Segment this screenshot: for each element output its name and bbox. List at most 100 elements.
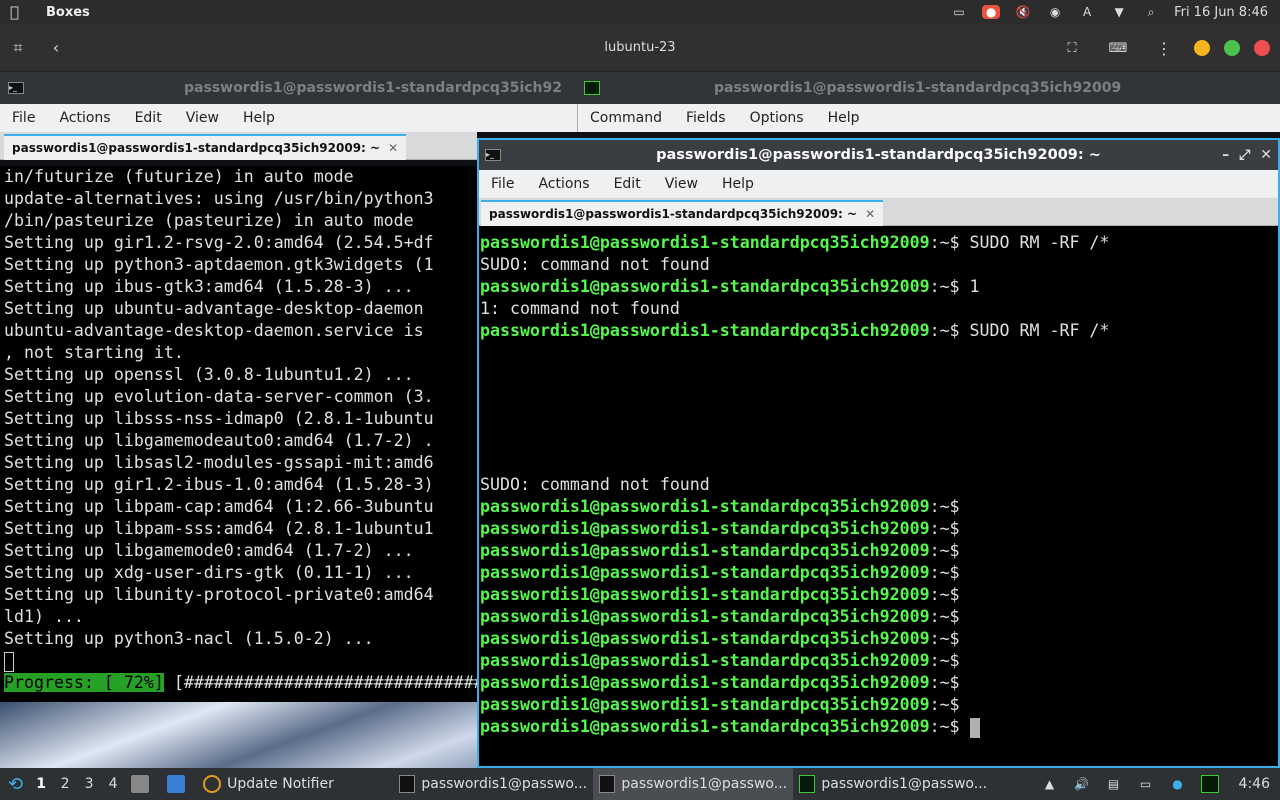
taskbar-button[interactable]: Update Notifier bbox=[197, 768, 393, 800]
prompt-suffix: :~$ bbox=[929, 277, 960, 296]
menu-item-edit[interactable]: Edit bbox=[123, 110, 174, 126]
workspace-2[interactable]: 2 bbox=[53, 776, 77, 792]
left-terminal-output[interactable]: in/futurize (futurize) in auto mode updat… bbox=[0, 166, 477, 702]
terminal-line: ld1) ... bbox=[4, 607, 84, 626]
prompt-suffix: :~$ bbox=[929, 607, 960, 626]
terminal-line: SUDO: command not found bbox=[480, 474, 1278, 496]
close-button[interactable] bbox=[1254, 40, 1270, 56]
update-tray-icon[interactable]: ● bbox=[1169, 775, 1187, 793]
back-window-titlebar[interactable]: passwordis1@passwordis1-standardpcq35ich… bbox=[580, 72, 1280, 104]
command-text bbox=[960, 717, 970, 736]
workspace-3[interactable]: 3 bbox=[77, 776, 101, 792]
network-icon[interactable]: ▭ bbox=[1137, 775, 1155, 793]
start-menu-icon[interactable]: ⟲ bbox=[0, 768, 29, 800]
terminal-line: ubuntu-advantage-desktop-daemon.service … bbox=[4, 321, 424, 340]
back-menubar: Command Fields Options Help bbox=[577, 104, 1280, 132]
workspace-switcher: 1234 bbox=[29, 776, 125, 792]
terminal-line: Setting up evolution-data-server-common … bbox=[4, 387, 434, 406]
menu-item-view[interactable]: View bbox=[174, 110, 231, 126]
close-tab-icon[interactable]: ✕ bbox=[865, 207, 875, 221]
command-text: 1 bbox=[959, 277, 980, 296]
search-icon[interactable]: ⌕ bbox=[1142, 5, 1160, 19]
fullscreen-icon[interactable]: ⛶ bbox=[1056, 32, 1088, 64]
keyboard-icon[interactable]: ⌨ bbox=[1102, 32, 1134, 64]
menu-icon[interactable]: ⋮ bbox=[1148, 32, 1180, 64]
prompt-user: passwordis1@passwordis1-standardpcq35ich… bbox=[480, 277, 930, 296]
right-window-titlebar[interactable]: ▸_ passwordis1@passwordis1-standardpcq35… bbox=[479, 140, 1278, 170]
terminal-app-icon: ▸_ bbox=[485, 149, 501, 161]
mute-icon[interactable]: 🔇 bbox=[1014, 5, 1032, 19]
active-app-name[interactable]: Boxes bbox=[46, 5, 90, 20]
left-window-titlebar[interactable]: ▸_ passwordis1@passwordis1-standardpcq35… bbox=[0, 72, 580, 104]
clipboard-icon[interactable]: ▤ bbox=[1105, 775, 1123, 793]
control-icon[interactable]: ◉ bbox=[1046, 5, 1064, 19]
terminal-icon bbox=[399, 775, 416, 793]
battery-icon[interactable]: ▭ bbox=[950, 5, 968, 19]
terminal-line: Setting up libpam-cap:amd64 (1:2.66-3ubu… bbox=[4, 497, 434, 516]
vm-display[interactable]: ▸_ passwordis1@passwordis1-standardpcq35… bbox=[0, 72, 1280, 768]
workspace-1[interactable]: 1 bbox=[29, 776, 53, 792]
terminal-line: SUDO: command not found bbox=[480, 254, 1278, 276]
wifi-icon[interactable]: ▼ bbox=[1110, 5, 1128, 19]
taskbar-button[interactable]: passwordis1@passwo... bbox=[793, 768, 993, 800]
prompt-suffix: :~$ bbox=[929, 321, 960, 340]
prompt-suffix: :~$ bbox=[929, 673, 960, 692]
minimize-button[interactable] bbox=[1194, 40, 1210, 56]
terminal-line: Setting up python3-aptdaemon.gtk3widgets… bbox=[4, 255, 434, 274]
system-monitor-icon bbox=[799, 775, 816, 793]
system-monitor-tray-icon[interactable] bbox=[1200, 775, 1219, 793]
left-terminal-tab[interactable]: passwordis1@passwordis1-standardpcq35ich… bbox=[4, 134, 407, 160]
boxes-header-bar: ⌗ ‹ lubuntu-23 ⛶ ⌨ ⋮ bbox=[0, 24, 1280, 72]
menu-item-help[interactable]: Help bbox=[231, 110, 287, 126]
tray-up-icon[interactable]: ▲ bbox=[1041, 775, 1059, 793]
close-tab-icon[interactable]: ✕ bbox=[388, 141, 398, 155]
right-terminal-window[interactable]: ▸_ passwordis1@passwordis1-standardpcq35… bbox=[477, 138, 1280, 768]
menu-item-options[interactable]: Options bbox=[738, 110, 816, 126]
right-terminal-tab[interactable]: passwordis1@passwordis1-standardpcq35ich… bbox=[481, 200, 884, 226]
menu-item-view[interactable]: View bbox=[653, 176, 710, 192]
box-overview-icon[interactable]: ⌗ bbox=[2, 32, 34, 64]
terminal-line: passwordis1@passwordis1-standardpcq35ich… bbox=[480, 606, 1278, 628]
menu-item-command[interactable]: Command bbox=[578, 110, 674, 126]
minimize-window-icon[interactable]: – bbox=[1222, 147, 1229, 163]
workspace-4[interactable]: 4 bbox=[101, 776, 125, 792]
terminal-cursor-line bbox=[4, 650, 477, 672]
maximize-window-icon[interactable]: ⤢ bbox=[1239, 147, 1250, 163]
menu-item-actions[interactable]: Actions bbox=[526, 176, 601, 192]
file-manager-icon[interactable] bbox=[125, 768, 161, 800]
back-icon[interactable]: ‹ bbox=[40, 32, 72, 64]
progress-bar: [############################## bbox=[163, 673, 477, 692]
text-input-icon[interactable]: A bbox=[1078, 5, 1096, 19]
menu-item-help[interactable]: Help bbox=[816, 110, 872, 126]
menu-item-actions[interactable]: Actions bbox=[47, 110, 122, 126]
menu-item-file[interactable]: File bbox=[479, 176, 526, 192]
taskbar-button-label: passwordis1@passwo... bbox=[621, 776, 788, 792]
apple-menu-icon[interactable]:  bbox=[10, 3, 30, 21]
host-clock[interactable]: Fri 16 Jun 8:46 bbox=[1174, 5, 1268, 20]
terminal-line: /bin/pasteurize (pasteurize) in auto mod… bbox=[4, 211, 414, 230]
close-window-icon[interactable]: ✕ bbox=[1260, 147, 1272, 163]
menu-item-fields[interactable]: Fields bbox=[674, 110, 738, 126]
terminal-line: in/futurize (futurize) in auto mode bbox=[4, 167, 354, 186]
output-text: SUDO: command not found bbox=[480, 255, 710, 274]
taskbar-button[interactable]: passwordis1@passwo... bbox=[393, 768, 593, 800]
prompt-suffix: :~$ bbox=[929, 695, 960, 714]
prompt-suffix: :~$ bbox=[929, 497, 960, 516]
volume-icon[interactable]: 🔊 bbox=[1073, 775, 1091, 793]
app-status-icon[interactable]: ● bbox=[982, 5, 1001, 19]
menu-item-help[interactable]: Help bbox=[710, 176, 766, 192]
desktop-wallpaper bbox=[0, 702, 480, 768]
menu-item-edit[interactable]: Edit bbox=[602, 176, 653, 192]
update-notifier-icon bbox=[203, 775, 222, 793]
output-text: 1: command not found bbox=[480, 299, 680, 318]
right-terminal-output[interactable]: passwordis1@passwordis1-standardpcq35ich… bbox=[479, 232, 1278, 766]
menu-item-file[interactable]: File bbox=[0, 110, 47, 126]
taskbar-button[interactable]: passwordis1@passwo... bbox=[593, 768, 794, 800]
maximize-button[interactable] bbox=[1224, 40, 1240, 56]
prompt-user: passwordis1@passwordis1-standardpcq35ich… bbox=[480, 233, 930, 252]
taskbar-clock[interactable]: 4:46 bbox=[1239, 776, 1270, 792]
show-desktop-icon[interactable] bbox=[161, 768, 197, 800]
